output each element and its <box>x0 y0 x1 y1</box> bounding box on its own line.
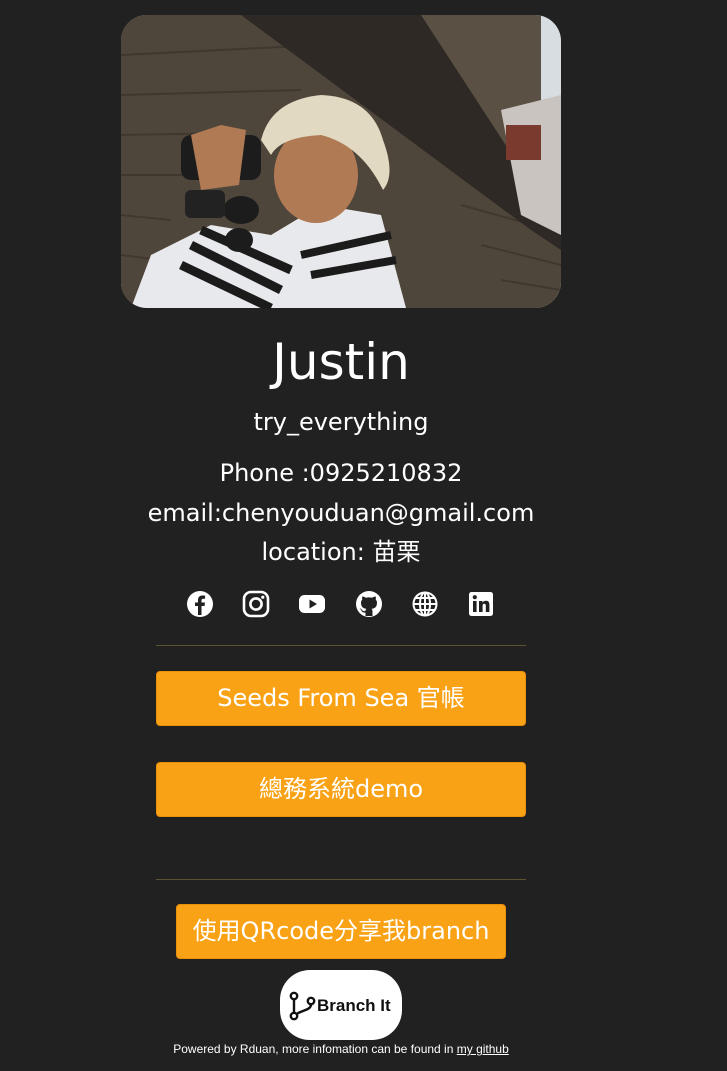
divider <box>156 645 526 646</box>
profile-photo-image <box>121 15 561 308</box>
footer-text: Powered by Rduan, more infomation can be… <box>173 1042 457 1056</box>
divider <box>156 879 526 880</box>
logo-text: Branch It <box>317 996 391 1015</box>
facebook-icon[interactable] <box>185 589 215 619</box>
profile-photo <box>121 15 561 308</box>
github-link[interactable]: my github <box>457 1042 509 1056</box>
profile-name: Justin <box>272 333 410 391</box>
youtube-icon[interactable] <box>297 589 327 619</box>
footer: Powered by Rduan, more infomation can be… <box>0 1041 682 1057</box>
github-icon[interactable] <box>354 589 384 619</box>
social-links <box>185 589 497 619</box>
phone-text: Phone :0925210832 <box>219 459 463 487</box>
linkedin-icon[interactable] <box>466 589 496 619</box>
email-text: email:chenyouduan@gmail.com <box>147 499 535 527</box>
instagram-icon[interactable] <box>241 589 271 619</box>
location-text: location: 苗栗 <box>261 538 421 566</box>
profile-page: Justin try_everything Phone :0925210832 … <box>0 0 727 1071</box>
profile-tagline: try_everything <box>253 408 429 436</box>
branch-icon <box>289 991 316 1021</box>
branch-it-logo[interactable]: Branch It <box>280 970 402 1040</box>
share-qrcode-button[interactable]: 使用QRcode分享我branch <box>176 904 506 959</box>
demo-system-button[interactable]: 總務系統demo <box>156 762 526 817</box>
globe-icon[interactable] <box>410 589 440 619</box>
seeds-from-sea-button[interactable]: Seeds From Sea 官帳 <box>156 671 526 726</box>
